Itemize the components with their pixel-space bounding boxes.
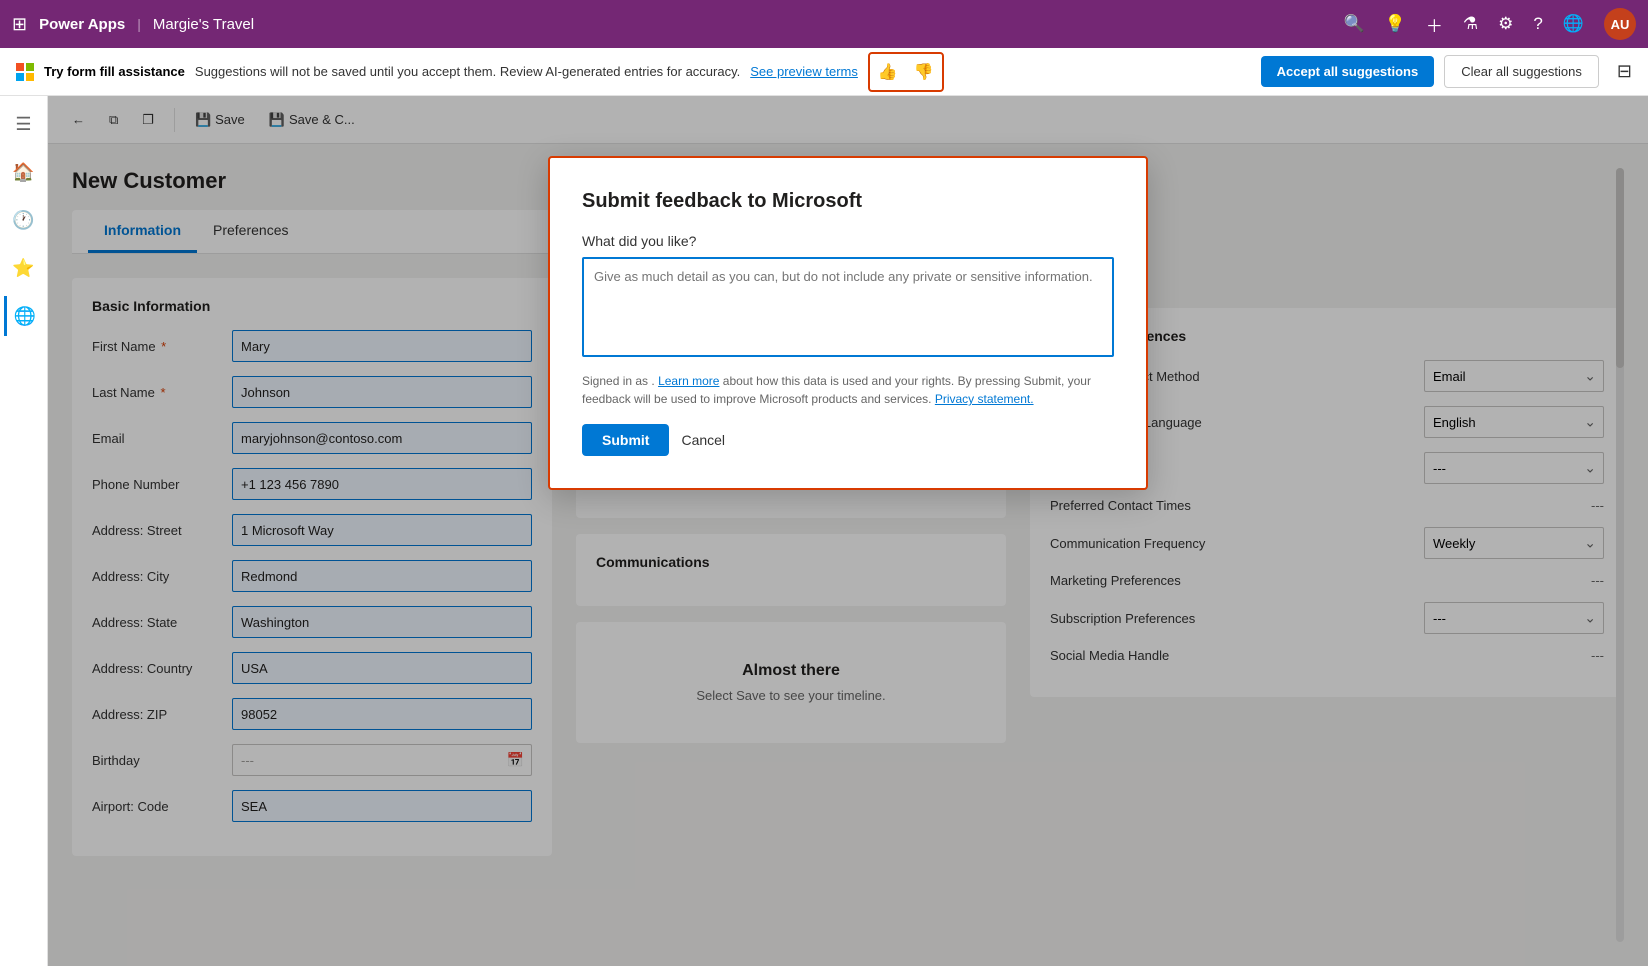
ms-logo <box>16 63 34 81</box>
modal-title: Submit feedback to Microsoft <box>582 190 1114 213</box>
sidebar-globe-icon[interactable]: 🌐 <box>4 296 44 336</box>
cancel-button[interactable]: Cancel <box>681 432 725 448</box>
modal-feedback-textarea[interactable] <box>582 257 1114 357</box>
sidebar-recent-icon[interactable]: 🕐 <box>4 200 44 240</box>
accept-all-button[interactable]: Accept all suggestions <box>1261 56 1435 87</box>
content-area: ← ⧉ ❐ 💾 Save 💾 Save & C... New Customer … <box>48 96 1648 966</box>
main-layout: ☰ 🏠 🕐 ⭐ 🌐 ← ⧉ ❐ 💾 Save 💾 Save & C... <box>0 96 1648 966</box>
sidebar-toggle-icon[interactable]: ⊟ <box>1617 61 1632 82</box>
grid-icon[interactable]: ⊞ <box>12 14 27 35</box>
avatar[interactable]: AU <box>1604 8 1636 40</box>
sidebar-starred-icon[interactable]: ⭐ <box>4 248 44 288</box>
filter-icon[interactable]: ⚗ <box>1463 14 1478 34</box>
notification-icon[interactable]: 💡 <box>1385 14 1406 34</box>
modal-question: What did you like? <box>582 233 1114 249</box>
add-icon[interactable]: ＋ <box>1426 12 1443 37</box>
copilot-icon[interactable]: 🌐 <box>1563 14 1584 34</box>
modal-footer-text: Signed in as . Learn more about how this… <box>582 372 1114 408</box>
nav-separator: | <box>137 16 141 32</box>
left-sidebar: ☰ 🏠 🕐 ⭐ 🌐 <box>0 96 48 966</box>
help-icon[interactable]: ? <box>1533 14 1542 34</box>
sidebar-menu-icon[interactable]: ☰ <box>4 104 44 144</box>
settings-icon[interactable]: ⚙ <box>1498 14 1513 34</box>
submit-button[interactable]: Submit <box>582 424 669 456</box>
preview-terms-link[interactable]: See preview terms <box>750 64 858 79</box>
suggestions-bar: Try form fill assistance Suggestions wil… <box>0 48 1648 96</box>
app-name: Power Apps <box>39 16 125 33</box>
learn-more-link[interactable]: Learn more <box>658 374 719 388</box>
desc-text: Suggestions will not be saved until you … <box>195 64 740 79</box>
sidebar-home-icon[interactable]: 🏠 <box>4 152 44 192</box>
search-icon[interactable]: 🔍 <box>1344 14 1365 34</box>
form-name: Margie's Travel <box>153 16 254 33</box>
signed-in-text: Signed in as <box>582 374 648 388</box>
clear-all-button[interactable]: Clear all suggestions <box>1444 55 1599 88</box>
thumbs-up-button[interactable]: 👍 <box>872 56 904 88</box>
modal-overlay: Submit feedback to Microsoft What did yo… <box>48 96 1648 966</box>
modal-actions: Submit Cancel <box>582 424 1114 456</box>
privacy-link[interactable]: Privacy statement. <box>935 392 1034 406</box>
thumbs-down-button[interactable]: 👎 <box>908 56 940 88</box>
feedback-modal: Submit feedback to Microsoft What did yo… <box>548 156 1148 490</box>
top-nav: ⊞ Power Apps | Margie's Travel 🔍 💡 ＋ ⚗ ⚙… <box>0 0 1648 48</box>
try-text: Try form fill assistance <box>44 64 185 79</box>
